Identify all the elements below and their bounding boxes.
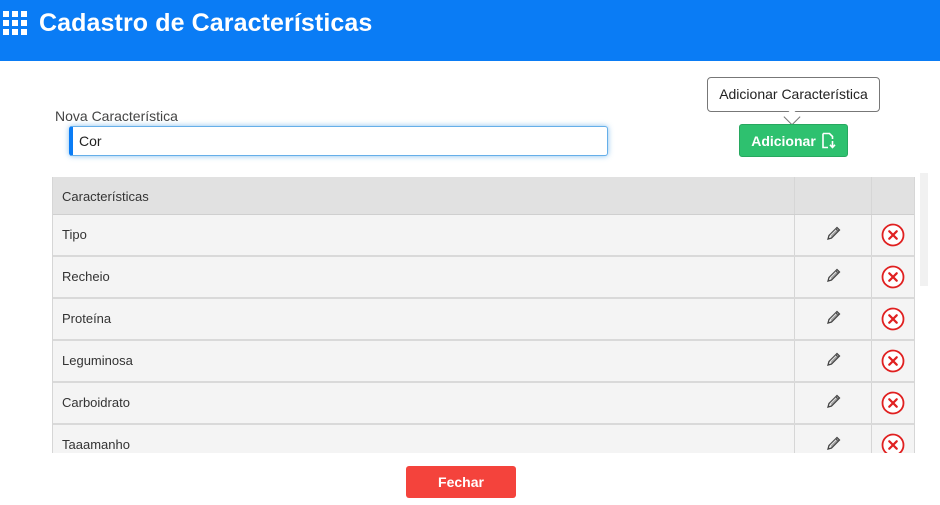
edit-icon[interactable]	[826, 351, 842, 367]
column-header-characteristics: Características	[62, 189, 149, 204]
characteristic-name: Proteína	[62, 311, 112, 326]
characteristic-name: Carboidrato	[62, 395, 130, 410]
table-row: Recheio	[53, 257, 914, 299]
characteristics-table: Características Tipo Recheio Proteína Legum…	[52, 177, 915, 453]
characteristic-name: Leguminosa	[62, 353, 133, 368]
table-header-row: Características	[53, 177, 914, 215]
app-header: Cadastro de Características	[0, 0, 940, 61]
new-characteristic-label: Nova Característica	[55, 108, 178, 124]
characteristic-name: Recheio	[62, 269, 110, 284]
delete-icon[interactable]	[881, 433, 905, 453]
edit-icon[interactable]	[826, 393, 842, 409]
add-tooltip: Adicionar Característica	[707, 77, 880, 112]
table-row: Carboidrato	[53, 383, 914, 425]
delete-icon[interactable]	[881, 307, 905, 331]
edit-icon[interactable]	[826, 267, 842, 283]
delete-icon[interactable]	[881, 391, 905, 415]
apps-grid-icon[interactable]	[3, 11, 28, 38]
new-characteristic-input[interactable]	[69, 126, 608, 156]
page-title: Cadastro de Características	[39, 9, 373, 37]
delete-icon[interactable]	[881, 265, 905, 289]
delete-icon[interactable]	[881, 223, 905, 247]
table-scrollbar[interactable]	[920, 173, 928, 286]
characteristic-name: Taaamanho	[62, 437, 130, 452]
delete-icon[interactable]	[881, 349, 905, 373]
edit-icon[interactable]	[826, 225, 842, 241]
add-button-label: Adicionar	[751, 132, 816, 149]
close-button[interactable]: Fechar	[406, 466, 516, 498]
file-arrow-icon	[820, 132, 836, 149]
table-row: Taaamanho	[53, 425, 914, 453]
characteristic-name: Tipo	[62, 227, 87, 242]
edit-icon[interactable]	[826, 435, 842, 451]
table-row: Proteína	[53, 299, 914, 341]
add-button[interactable]: Adicionar	[739, 124, 848, 157]
table-row: Tipo	[53, 215, 914, 257]
table-row: Leguminosa	[53, 341, 914, 383]
edit-icon[interactable]	[826, 309, 842, 325]
